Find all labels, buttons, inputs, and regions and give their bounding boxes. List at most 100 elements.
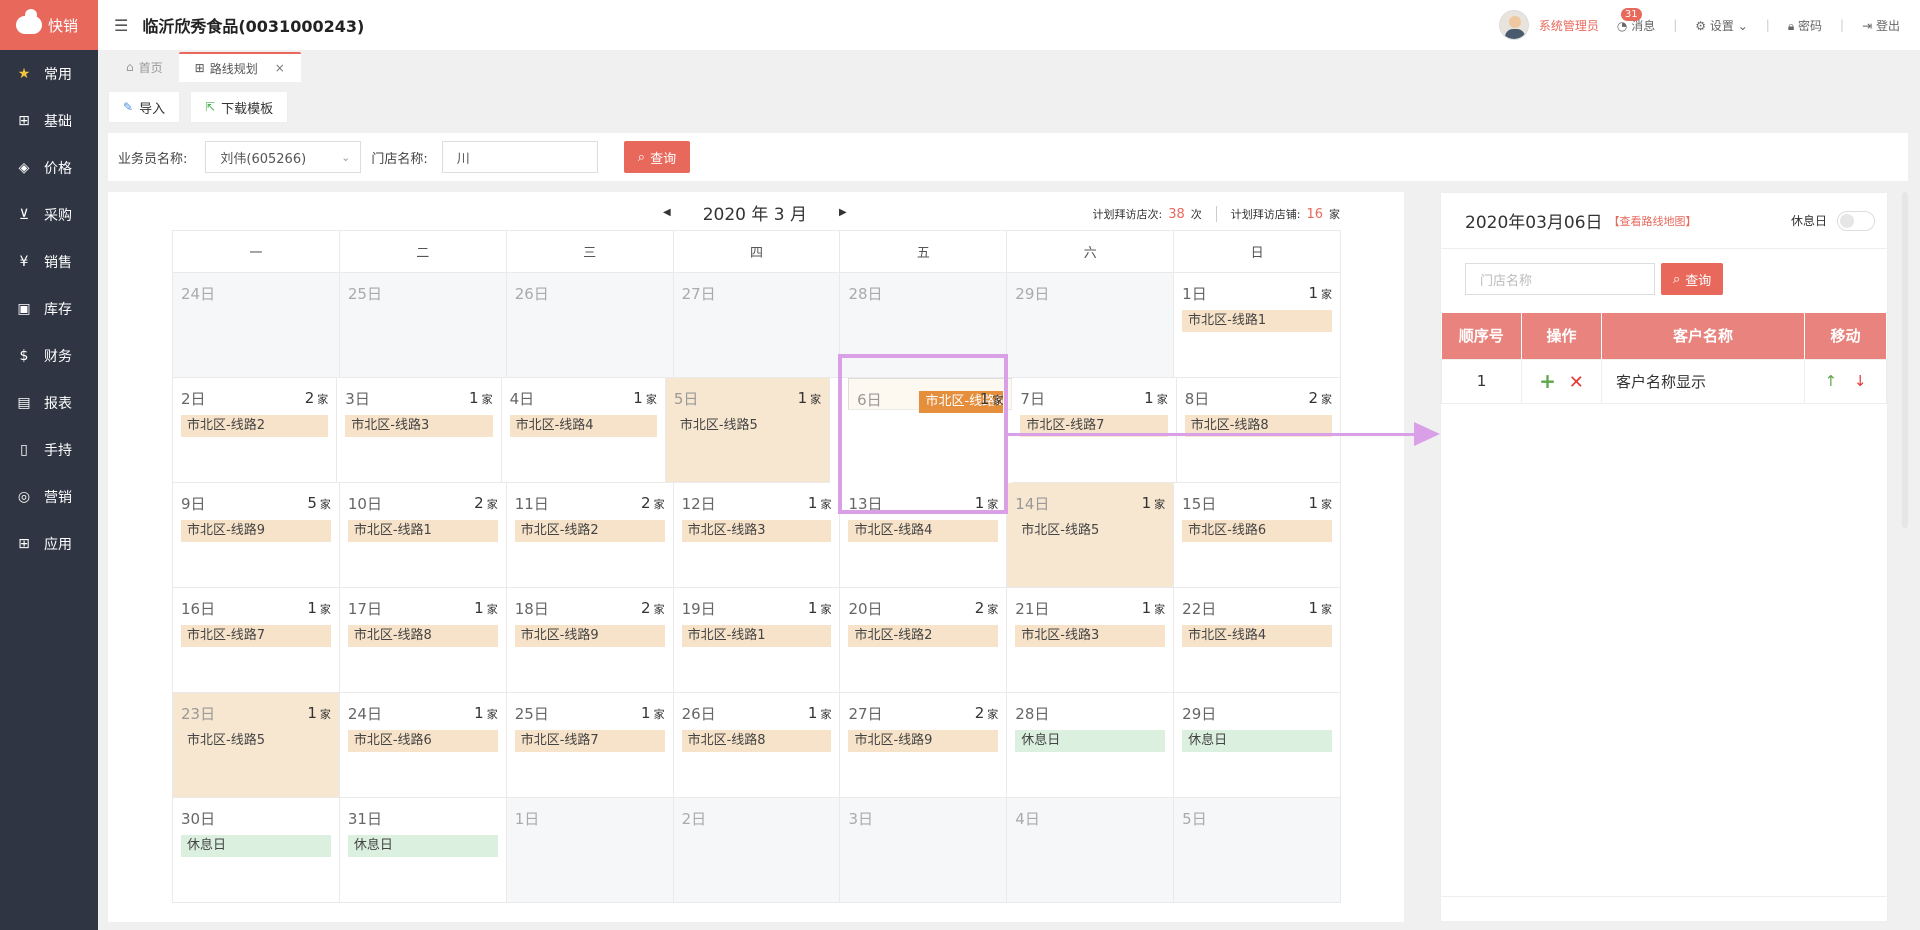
sidebar-item-4[interactable]: ¥ 销售: [0, 238, 98, 285]
calendar-day-cell[interactable]: 24日 1 家市北区-线路6: [339, 693, 507, 798]
sidebar-item-7[interactable]: ▤ 报表: [0, 379, 98, 426]
calendar-day-cell[interactable]: 1日: [506, 798, 674, 903]
route-tag[interactable]: 市北区-线路2: [514, 520, 665, 542]
calendar-day-cell[interactable]: 26日 1 家市北区-线路8: [673, 693, 841, 798]
calendar-day-cell[interactable]: 18日 2 家市北区-线路9: [506, 588, 674, 693]
calendar-day-cell[interactable]: 30日 休息日: [173, 798, 340, 903]
rest-day-tag[interactable]: 休息日: [1015, 730, 1166, 752]
calendar-day-cell[interactable]: 15日 1 家市北区-线路6: [1174, 483, 1342, 588]
settings-menu[interactable]: ⚙ 设置 ⌄: [1695, 17, 1748, 34]
rest-day-tag[interactable]: 休息日: [1182, 730, 1333, 752]
query-button[interactable]: ⌕ 查询: [623, 141, 691, 173]
route-tag[interactable]: 市北区-线路8: [681, 730, 832, 752]
rest-day-tag[interactable]: 休息日: [347, 835, 498, 857]
rest-day-tag[interactable]: 休息日: [181, 835, 331, 857]
route-tag[interactable]: 市北区-线路6: [347, 730, 498, 752]
calendar-day-cell[interactable]: 27日 2 家市北区-线路9: [840, 693, 1008, 798]
route-tag[interactable]: 市北区-线路2: [181, 415, 329, 437]
route-tag[interactable]: 市北区-线路5: [181, 730, 331, 752]
calendar-day-cell[interactable]: 12日 1 家市北区-线路3: [673, 483, 841, 588]
calendar-day-cell[interactable]: 19日 1 家市北区-线路1: [673, 588, 841, 693]
calendar-day-cell[interactable]: 25日 1 家市北区-线路7: [506, 693, 674, 798]
close-icon[interactable]: ✕: [1569, 372, 1584, 393]
sidebar-item-9[interactable]: ◎ 营销: [0, 473, 98, 520]
calendar-day-cell[interactable]: 24日: [173, 273, 340, 378]
route-tag[interactable]: 市北区-线路6: [1182, 520, 1333, 542]
calendar-day-cell[interactable]: 31日 休息日: [339, 798, 507, 903]
tab-home[interactable]: ⌂ 首页: [110, 52, 179, 82]
plus-icon[interactable]: +: [1539, 369, 1556, 393]
sidebar-item-8[interactable]: ▯ 手持: [0, 426, 98, 473]
route-tag[interactable]: 市北区-线路2: [848, 625, 999, 647]
calendar-day-cell[interactable]: 23日 1 家市北区-线路5: [173, 693, 340, 798]
calendar-day-cell[interactable]: 10日 2 家市北区-线路1: [339, 483, 507, 588]
password-link[interactable]: 🔒︎ 密码: [1788, 17, 1822, 34]
route-tag[interactable]: 市北区-线路5: [1015, 520, 1165, 542]
import-button[interactable]: ✎ 导入: [108, 91, 181, 123]
calendar-day-cell[interactable]: 9日 5 家市北区-线路9: [173, 483, 340, 588]
calendar-day-cell[interactable]: 25日: [339, 273, 507, 378]
menu-toggle-icon[interactable]: ☰: [114, 16, 128, 35]
route-tag[interactable]: 市北区-线路7: [514, 730, 665, 752]
calendar-day-cell[interactable]: 29日 休息日: [1174, 693, 1342, 798]
calendar-day-cell[interactable]: 28日 休息日: [1007, 693, 1175, 798]
route-tag[interactable]: 市北区-线路4: [509, 415, 657, 437]
calendar-day-cell[interactable]: 21日 1 家市北区-线路3: [1007, 588, 1175, 693]
calendar-day-cell[interactable]: 17日 1 家市北区-线路8: [339, 588, 507, 693]
detail-store-input[interactable]: 门店名称: [1465, 263, 1655, 295]
calendar-day-cell[interactable]: 4日 1 家市北区-线路4: [501, 378, 666, 483]
tab-route-planning[interactable]: ⊞ 路线规划 ×: [178, 52, 301, 82]
salesman-select[interactable]: 刘伟(605266) ⌄: [205, 141, 362, 173]
prev-month-icon[interactable]: ◀: [663, 207, 671, 218]
sidebar-item-6[interactable]: $ 财务: [0, 332, 98, 379]
calendar-day-cell[interactable]: 26日: [506, 273, 674, 378]
route-tag[interactable]: 市北区-线路8: [347, 625, 498, 647]
route-tag[interactable]: 市北区-线路5: [674, 415, 821, 437]
calendar-day-cell[interactable]: 7日 1 家市北区-线路7: [1012, 378, 1177, 483]
scrollbar[interactable]: [1902, 192, 1908, 528]
calendar-day-cell[interactable]: 4日: [1007, 798, 1175, 903]
route-tag[interactable]: 市北区-线路1: [347, 520, 498, 542]
rest-day-toggle[interactable]: [1837, 210, 1875, 231]
calendar-day-cell[interactable]: 3日: [840, 798, 1008, 903]
route-tag[interactable]: 市北区-线路9: [181, 520, 331, 542]
calendar-day-cell[interactable]: 20日 2 家市北区-线路2: [840, 588, 1008, 693]
calendar-day-cell[interactable]: 5日: [1174, 798, 1342, 903]
detail-query-button[interactable]: ⌕ 查询: [1661, 263, 1724, 295]
app-logo[interactable]: 快销: [0, 0, 98, 50]
calendar-day-cell[interactable]: 22日 1 家市北区-线路4: [1174, 588, 1342, 693]
route-tag[interactable]: 市北区-线路4: [1182, 625, 1333, 647]
sidebar-item-1[interactable]: ⊞ 基础: [0, 97, 98, 144]
route-tag[interactable]: 市北区-线路3: [345, 415, 493, 437]
sidebar-item-2[interactable]: ◈ 价格: [0, 144, 98, 191]
view-route-map-link[interactable]: 【查看路线地图】: [1609, 213, 1697, 229]
download-template-button[interactable]: ⇱ 下载模板: [190, 91, 289, 123]
calendar-day-cell[interactable]: 16日 1 家市北区-线路7: [173, 588, 340, 693]
route-tag[interactable]: 市北区-线路4: [848, 520, 999, 542]
calendar-day-cell[interactable]: 8日 2 家市北区-线路8: [1176, 378, 1341, 483]
calendar-day-cell[interactable]: 14日 1 家市北区-线路5: [1007, 483, 1175, 588]
route-tag[interactable]: 市北区-线路1: [681, 625, 832, 647]
calendar-day-cell[interactable]: 29日: [1007, 273, 1175, 378]
user-avatar[interactable]: [1498, 10, 1529, 40]
route-tag[interactable]: 市北区-线路1: [1182, 310, 1333, 332]
calendar-day-cell[interactable]: 2日: [673, 798, 841, 903]
username[interactable]: 系统管理员: [1539, 17, 1599, 34]
arrow-down-icon[interactable]: ↓: [1854, 372, 1867, 390]
calendar-day-cell[interactable]: 1日 1 家市北区-线路1: [1174, 273, 1342, 378]
route-tag[interactable]: 市北区-线路3: [681, 520, 832, 542]
calendar-day-cell[interactable]: 2日 2 家市北区-线路2: [173, 378, 338, 483]
route-tag[interactable]: 市北区-线路9: [848, 730, 999, 752]
route-tag[interactable]: 市北区-线路3: [1015, 625, 1166, 647]
sidebar-item-10[interactable]: ⊞ 应用: [0, 520, 98, 567]
store-name-input[interactable]: 川: [441, 141, 598, 173]
calendar-day-cell[interactable]: 3日 1 家市北区-线路3: [337, 378, 502, 483]
messages-link[interactable]: 31 ◔ 消息: [1617, 7, 1655, 34]
logout-link[interactable]: ⇥ 登出: [1862, 17, 1900, 34]
route-tag[interactable]: 市北区-线路9: [514, 625, 665, 647]
sidebar-item-5[interactable]: ▣ 库存: [0, 285, 98, 332]
sidebar-item-3[interactable]: ⊻ 采购: [0, 191, 98, 238]
calendar-day-cell[interactable]: 27日: [673, 273, 841, 378]
arrow-up-icon[interactable]: ↑: [1825, 372, 1838, 390]
next-month-icon[interactable]: ▶: [839, 207, 847, 218]
